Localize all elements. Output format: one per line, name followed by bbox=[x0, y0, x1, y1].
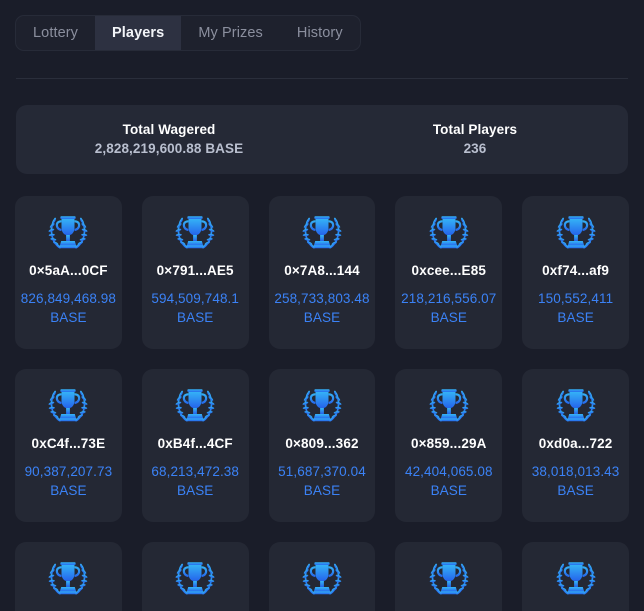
player-address: 0xcee...E85 bbox=[411, 263, 487, 278]
player-card[interactable] bbox=[522, 542, 629, 611]
stat-label: Total Players bbox=[432, 121, 518, 137]
header-divider bbox=[16, 78, 628, 79]
trophy-icon bbox=[175, 216, 215, 249]
trophy-icon bbox=[429, 216, 469, 249]
stats-panel: Total Wagered 2,828,219,600.88 BASE Total … bbox=[16, 105, 628, 174]
player-wagered-amount: 218,216,556.07 bbox=[401, 291, 497, 306]
player-card[interactable] bbox=[268, 542, 376, 611]
player-card[interactable]: 0xB4f...4CF 68,213,472.38 BASE bbox=[141, 369, 249, 522]
stat-value: 236 bbox=[463, 141, 487, 157]
tabbar-container: Lottery Players My Prizes History bbox=[0, 0, 644, 51]
player-address: 0xC4f...73E bbox=[31, 436, 106, 451]
trophy-icon bbox=[556, 562, 596, 595]
player-currency-unit: BASE bbox=[303, 310, 341, 326]
player-address: 0xB4f...4CF bbox=[157, 436, 233, 451]
stat-value: 2,828,219,600.88 BASE bbox=[94, 141, 244, 157]
trophy-icon bbox=[48, 562, 88, 595]
trophy-icon bbox=[48, 389, 88, 422]
player-currency-unit: BASE bbox=[176, 483, 214, 499]
stat-label: Total Wagered bbox=[122, 121, 216, 137]
player-card[interactable]: 0xcee...E85 218,216,556.07 BASE bbox=[395, 196, 503, 349]
player-currency-unit: BASE bbox=[50, 483, 87, 499]
player-card[interactable] bbox=[395, 542, 503, 611]
tab-my-prizes[interactable]: My Prizes bbox=[181, 16, 280, 50]
tab-history[interactable]: History bbox=[280, 16, 360, 50]
players-grid: 0×5aA...0CF 826,849,468.98 BASE 0×791...AE5… bbox=[15, 196, 629, 611]
player-wagered-amount: 594,509,748.1 bbox=[151, 291, 240, 306]
trophy-icon bbox=[429, 389, 469, 422]
player-currency-unit: BASE bbox=[430, 310, 467, 326]
player-wagered-amount: 258,733,803.48 bbox=[274, 291, 370, 306]
player-card[interactable]: 0xC4f...73E 90,387,207.73 BASE bbox=[15, 369, 122, 522]
trophy-icon bbox=[556, 216, 596, 249]
trophy-icon bbox=[302, 216, 342, 249]
player-card[interactable]: 0xd0a...722 38,018,013.43 BASE bbox=[522, 369, 629, 522]
trophy-icon bbox=[175, 389, 215, 422]
player-card[interactable] bbox=[15, 542, 122, 611]
player-currency-unit: BASE bbox=[176, 310, 214, 326]
tab-players[interactable]: Players bbox=[95, 16, 182, 50]
player-card[interactable]: 0×859...29A 42,404,065.08 BASE bbox=[395, 369, 503, 522]
player-currency-unit: BASE bbox=[430, 483, 467, 499]
stat-total-wagered: Total Wagered 2,828,219,600.88 BASE bbox=[16, 120, 322, 160]
trophy-icon bbox=[302, 562, 342, 595]
player-card[interactable] bbox=[141, 542, 249, 611]
player-address: 0×859...29A bbox=[410, 436, 487, 451]
player-address: 0×5aA...0CF bbox=[29, 263, 108, 278]
player-card[interactable]: 0×5aA...0CF 826,849,468.98 BASE bbox=[15, 196, 122, 349]
player-wagered-amount: 90,387,207.73 bbox=[24, 464, 113, 479]
player-wagered-amount: 51,687,370.04 bbox=[278, 464, 366, 479]
player-wagered-amount: 38,018,013.43 bbox=[531, 464, 620, 479]
player-wagered-amount: 826,849,468.98 bbox=[20, 291, 117, 306]
player-address: 0×809...362 bbox=[285, 436, 359, 451]
trophy-icon bbox=[175, 562, 215, 595]
tab-lottery[interactable]: Lottery bbox=[16, 16, 95, 50]
players-page: Lottery Players My Prizes History Total Wag… bbox=[0, 0, 644, 611]
trophy-icon bbox=[48, 216, 88, 249]
tabbar: Lottery Players My Prizes History bbox=[15, 15, 361, 51]
trophy-icon bbox=[556, 389, 596, 422]
player-wagered-amount: 42,404,065.08 bbox=[404, 464, 493, 479]
player-card[interactable]: 0×809...362 51,687,370.04 BASE bbox=[268, 369, 376, 522]
player-currency-unit: BASE bbox=[303, 483, 341, 499]
stat-total-players: Total Players 236 bbox=[322, 120, 628, 160]
player-card[interactable]: 0xf74...af9 150,552,411 BASE bbox=[522, 196, 629, 349]
trophy-icon bbox=[302, 389, 342, 422]
player-address: 0×791...AE5 bbox=[156, 263, 234, 278]
trophy-icon bbox=[429, 562, 469, 595]
player-wagered-amount: 150,552,411 bbox=[538, 291, 614, 306]
player-currency-unit: BASE bbox=[557, 310, 594, 326]
player-currency-unit: BASE bbox=[557, 483, 594, 499]
player-card[interactable]: 0×7A8...144 258,733,803.48 BASE bbox=[268, 196, 376, 349]
player-currency-unit: BASE bbox=[50, 310, 87, 326]
player-address: 0×7A8...144 bbox=[284, 263, 360, 278]
player-wagered-amount: 68,213,472.38 bbox=[151, 464, 240, 479]
player-card[interactable]: 0×791...AE5 594,509,748.1 BASE bbox=[141, 196, 249, 349]
player-address: 0xf74...af9 bbox=[542, 263, 610, 278]
player-address: 0xd0a...722 bbox=[538, 436, 613, 451]
